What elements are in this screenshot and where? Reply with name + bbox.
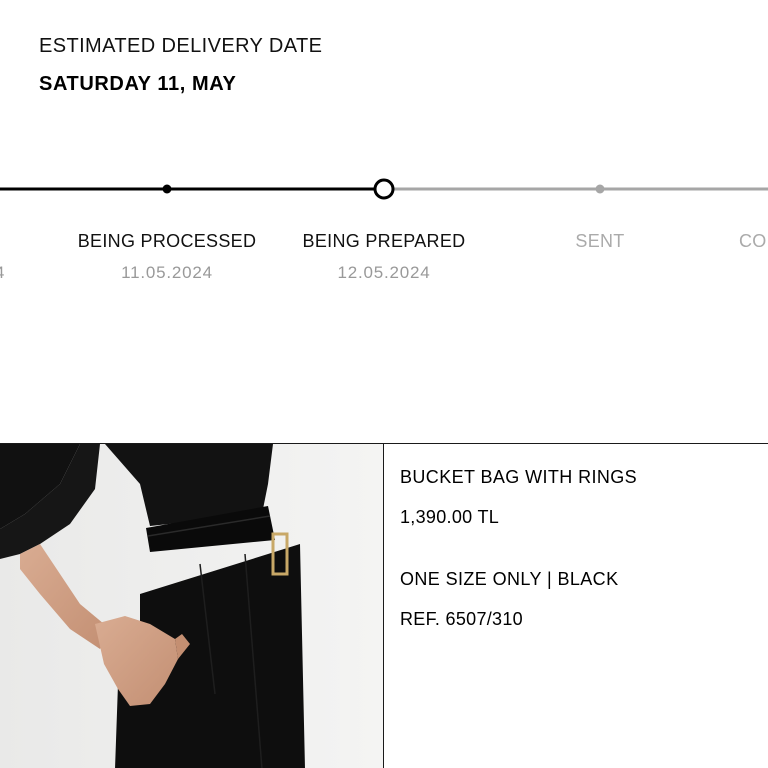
order-tracking-page: ESTIMATED DELIVERY DATE SATURDAY 11, MAY…: [0, 0, 768, 768]
order-status-timeline[interactable]: 4 BEING PROCESSED 11.05.2024 BEING PREPA…: [0, 170, 768, 300]
product-size-color: ONE SIZE ONLY | BLACK: [400, 569, 619, 589]
step-label-being-prepared: BEING PREPARED: [302, 231, 466, 251]
order-product-card[interactable]: BUCKET BAG WITH RINGS 1,390.00 TL ONE SI…: [0, 443, 768, 768]
step-label-completed-partial: CO: [739, 231, 767, 251]
product-name[interactable]: BUCKET BAG WITH RINGS: [400, 467, 637, 488]
estimated-delivery-label: ESTIMATED DELIVERY DATE: [39, 35, 323, 57]
product-reference: REF. 6507/310: [400, 609, 523, 629]
step-dot-sent-icon: [595, 184, 605, 194]
step-current-ring-icon: [373, 178, 395, 200]
step-date-being-processed: 11.05.2024: [121, 263, 213, 282]
product-photo-illustration: [0, 444, 383, 768]
step-date-previous: 4: [0, 263, 5, 283]
step-label-sent: SENT: [575, 231, 625, 251]
product-image[interactable]: [0, 444, 384, 768]
step-date-being-prepared: 12.05.2024: [337, 263, 431, 282]
product-price: 1,390.00 TL: [400, 507, 500, 527]
timeline-track: [0, 178, 768, 200]
step-dot-processed-icon: [162, 184, 172, 194]
estimated-delivery-date: SATURDAY 11, MAY: [39, 73, 237, 95]
step-label-being-processed: BEING PROCESSED: [77, 231, 257, 251]
